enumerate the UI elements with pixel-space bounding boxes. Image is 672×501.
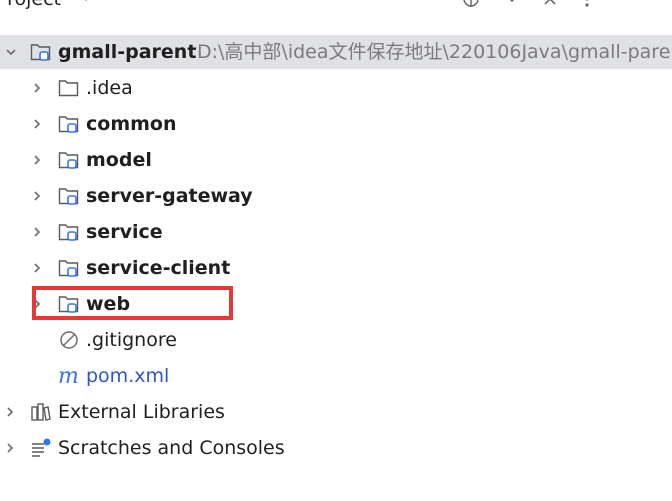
target-icon[interactable]: [462, 0, 480, 8]
project-path: D:\高中部\idea文件保存地址\220106Java\gmall-paren…: [197, 41, 672, 63]
tree-item-label: pom.xml: [86, 365, 170, 387]
tree-item-label: Scratches and Consoles: [58, 437, 285, 459]
chevron-right-icon[interactable]: [31, 154, 43, 166]
tree-item-gmall-parent[interactable]: gmall-parent D:\高中部\idea文件保存地址\220106Jav…: [0, 35, 672, 69]
tree-item-label: model: [86, 149, 152, 171]
svg-text:m: m: [58, 366, 79, 386]
chevron-down-icon[interactable]: [503, 0, 521, 8]
tree-item-label: service: [86, 221, 163, 243]
chevron-down-icon[interactable]: [5, 46, 17, 58]
chevron-right-icon[interactable]: [4, 442, 16, 454]
chevron-right-icon[interactable]: [31, 190, 43, 202]
tree-item-model[interactable]: model: [0, 143, 672, 177]
tree-item-label: External Libraries: [58, 401, 225, 423]
module-folder-icon: [30, 44, 51, 61]
library-icon: [31, 403, 51, 421]
tree-item-label: .gitignore: [86, 329, 177, 351]
tree-item-label: server-gateway: [86, 185, 253, 207]
scratches-icon: [32, 438, 51, 457]
highlight-annotation: [32, 286, 233, 320]
tree-item-idea[interactable]: .idea: [0, 71, 672, 105]
project-tool-window-header: Project: [0, 0, 672, 10]
chevron-right-icon[interactable]: [31, 82, 43, 94]
module-folder-icon: [58, 260, 79, 277]
chevron-right-icon[interactable]: [31, 226, 43, 238]
module-folder-icon: [58, 116, 79, 133]
chevron-right-icon[interactable]: [31, 118, 43, 130]
tree-item-external-libraries[interactable]: External Libraries: [0, 395, 672, 429]
module-folder-icon: [58, 188, 79, 205]
project-title[interactable]: Project: [0, 0, 61, 10]
chevron-right-icon[interactable]: [4, 406, 16, 418]
maven-icon: m: [58, 366, 79, 386]
tree-item-common[interactable]: common: [0, 107, 672, 141]
close-icon[interactable]: [541, 0, 559, 8]
tree-item-pom[interactable]: m pom.xml: [0, 359, 672, 393]
tree-item-gitignore[interactable]: .gitignore: [0, 323, 672, 357]
tree-item-label: .idea: [86, 77, 133, 99]
tree-item-service-client[interactable]: service-client: [0, 251, 672, 285]
tree-item-label: service-client: [86, 257, 231, 279]
tree-item-label: gmall-parent: [58, 41, 197, 63]
gitignore-icon: [60, 331, 78, 349]
tree-item-server-gateway[interactable]: server-gateway: [0, 179, 672, 213]
tree-item-service[interactable]: service: [0, 215, 672, 249]
module-folder-icon: [58, 224, 79, 241]
chevron-down-icon[interactable]: [80, 0, 92, 4]
folder-icon: [58, 80, 79, 97]
tree-item-scratches[interactable]: Scratches and Consoles: [0, 431, 672, 465]
more-icon[interactable]: [578, 0, 596, 8]
chevron-right-icon[interactable]: [31, 262, 43, 274]
tree-item-label: common: [86, 113, 177, 135]
module-folder-icon: [58, 152, 79, 169]
